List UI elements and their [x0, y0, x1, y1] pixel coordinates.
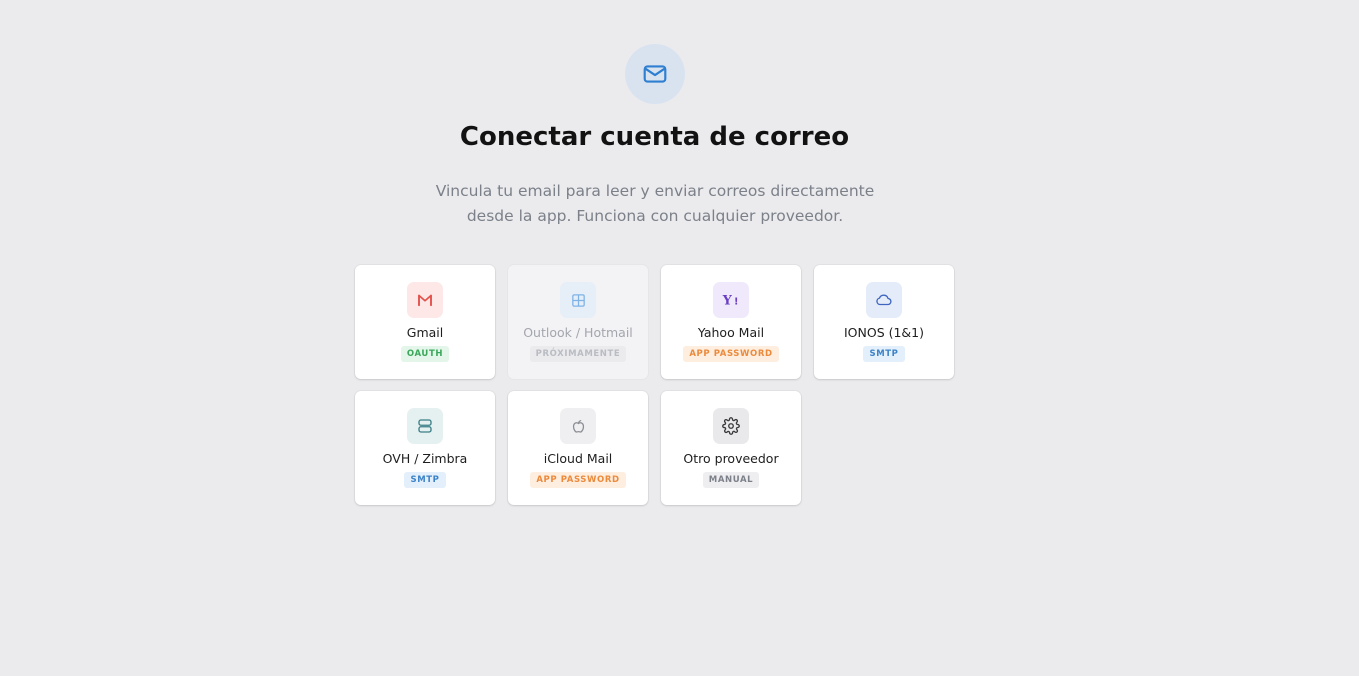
auth-badge: SMTP: [863, 346, 905, 362]
provider-card-gmail[interactable]: Gmail OAUTH: [355, 265, 495, 379]
provider-label: IONOS (1&1): [843, 325, 925, 340]
gmail-icon-box: [407, 282, 443, 318]
provider-label: OVH / Zimbra: [382, 451, 468, 466]
provider-label: Otro proveedor: [683, 451, 779, 466]
server-icon: [418, 419, 432, 433]
auth-badge: SMTP: [404, 472, 446, 488]
provider-card-icloud[interactable]: iCloud Mail APP PASSWORD: [508, 391, 648, 505]
yahoo-icon-box: Y !: [713, 282, 749, 318]
gear-icon: [722, 417, 740, 435]
mail-icon-circle: [625, 44, 685, 104]
windows-icon: [571, 293, 585, 307]
auth-badge: OAUTH: [400, 346, 450, 362]
svg-text:!: !: [734, 297, 738, 308]
provider-grid: Gmail OAUTH Outlook / Hotmail PRÓXIMAMEN…: [355, 265, 954, 505]
auth-badge: PRÓXIMAMENTE: [529, 346, 627, 362]
provider-card-ionos[interactable]: IONOS (1&1) SMTP: [814, 265, 954, 379]
provider-card-ovh[interactable]: OVH / Zimbra SMTP: [355, 391, 495, 505]
provider-label: iCloud Mail: [543, 451, 613, 466]
page-subtitle: Vincula tu email para leer y enviar corr…: [405, 179, 905, 229]
auth-badge: APP PASSWORD: [683, 346, 779, 362]
gear-icon-box: [713, 408, 749, 444]
svg-text:Y: Y: [722, 294, 733, 309]
page-title: Conectar cuenta de correo: [459, 122, 850, 152]
subtitle-line-2: desde la app. Funciona con cualquier pro…: [466, 207, 844, 225]
provider-card-yahoo[interactable]: Y ! Yahoo Mail APP PASSWORD: [661, 265, 801, 379]
provider-card-outlook: Outlook / Hotmail PRÓXIMAMENTE: [508, 265, 648, 379]
provider-card-other[interactable]: Otro proveedor MANUAL: [661, 391, 801, 505]
cloud-icon: [876, 294, 892, 306]
provider-label: Outlook / Hotmail: [523, 325, 633, 340]
server-icon-box: [407, 408, 443, 444]
apple-icon-box: [560, 408, 596, 444]
subtitle-line-1: Vincula tu email para leer y enviar corr…: [435, 182, 875, 200]
provider-label: Gmail: [406, 325, 444, 340]
provider-label: Yahoo Mail: [697, 325, 765, 340]
auth-badge: MANUAL: [702, 472, 760, 488]
mail-icon: [643, 65, 667, 83]
yahoo-icon: Y !: [722, 294, 739, 309]
auth-badge: APP PASSWORD: [530, 472, 626, 488]
cloud-icon-box: [866, 282, 902, 318]
apple-icon: [572, 420, 584, 433]
windows-icon-box: [560, 282, 596, 318]
gmail-icon: [418, 294, 432, 307]
